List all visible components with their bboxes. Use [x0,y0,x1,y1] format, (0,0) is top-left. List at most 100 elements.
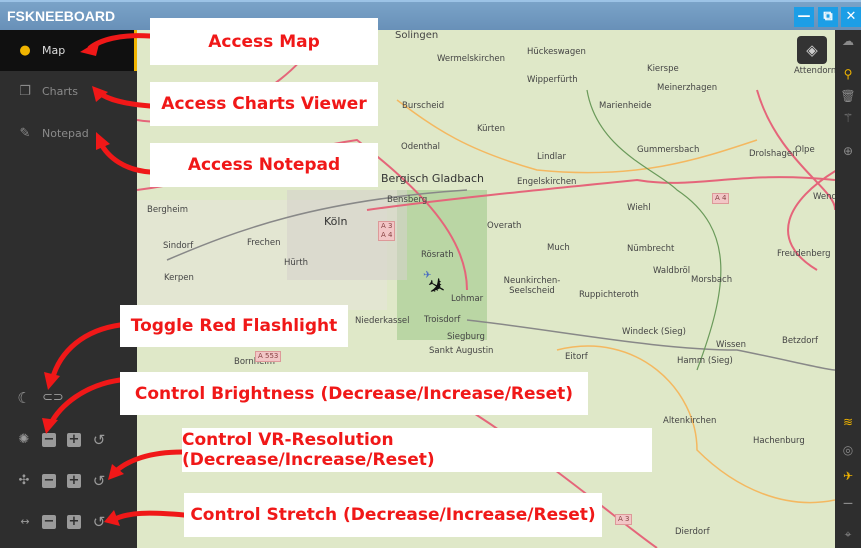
road-shield: A 3 A 4 [378,221,396,241]
callout-access-map: Access Map [150,18,378,65]
map-label: Wermelskirchen [437,54,506,64]
vr-resolution-reset-button[interactable]: ↺ [92,474,106,489]
sidebar-item-charts[interactable]: ❐ Charts [0,71,137,112]
map-label: Overath [487,221,522,231]
callout-brightness: Control Brightness (Decrease/Increase/Re… [120,372,588,415]
stretch-increase-button[interactable]: + [67,515,81,529]
edit-icon: ✎ [19,126,31,141]
road-shield: A 3 [615,514,633,525]
map-label: Lindlar [537,152,566,162]
plane-icon[interactable]: ✈ [840,468,856,484]
flashlight-toggle[interactable]: ⊂⊃ [42,391,64,405]
callout-flashlight: Toggle Red Flashlight [120,305,348,347]
copy-icon: ❐ [19,84,31,99]
stretch-decrease-button[interactable]: − [42,515,56,529]
sidebar: ● Map ❐ Charts ✎ Notepad ☾ ⊂⊃ ✺ − + ↺ ✣ − +… [0,30,137,548]
callout-access-charts: Access Charts Viewer [150,82,378,126]
map-label: Hückeswagen [527,47,586,57]
map-label: Köln [324,215,348,228]
vr-resolution-increase-button[interactable]: + [67,474,81,488]
sidebar-item-notepad[interactable]: ✎ Notepad [0,113,137,154]
map-label: Siegburg [447,332,485,342]
magic-wand-icon[interactable]: ⚚ [840,110,856,126]
map-label: Dierdorf [675,527,710,537]
map-label: Hamm (Sieg) [677,356,733,366]
eye-slash-icon[interactable]: ◎ [840,442,856,458]
map-marker-icon[interactable]: ⚲ [840,66,856,82]
helicopter-icon[interactable]: ⚊ [840,492,856,508]
map-label: Much [547,243,570,253]
map-label: Frechen [247,238,281,248]
map-label: Kürten [477,124,505,134]
sidebar-item-label: Notepad [42,127,89,140]
map-label: Solingen [395,30,439,41]
map-label: Burscheid [402,101,445,111]
map-label: Drolshagen [749,149,798,159]
wind-icon[interactable]: ≋ [840,414,856,430]
map-label: Waldbröl [653,266,691,276]
layers-icon: ◈ [806,41,818,59]
map-label: Troisdorf [424,315,461,325]
popout-button[interactable]: ⧉ [818,7,838,27]
sidebar-item-map[interactable]: ● Map [0,30,137,71]
map-label: Bergisch Gladbach [381,172,484,185]
map-label: Altenkirchen [663,416,717,426]
map-label: Odenthal [401,142,440,152]
map-label: Lohmar [451,294,484,304]
map-label: Wenden [813,192,835,202]
sidebar-item-label: Charts [42,85,78,98]
map-label: Engelskirchen [517,177,577,187]
stretch-reset-button[interactable]: ↺ [92,515,106,530]
sidebar-item-label: Map [42,44,66,57]
map-label: Neunkirchen-Seelscheid [503,276,561,296]
brightness-decrease-button[interactable]: − [42,433,56,447]
map-label: Meinerzhagen [657,83,718,93]
expand-icon: ✣ [18,473,30,488]
map-label: Niederkassel [355,316,410,326]
minimize-button[interactable]: — [794,7,814,27]
moon-icon[interactable]: ☾ [17,391,31,406]
sun-icon: ✺ [18,432,30,447]
map-label: Morsbach [691,275,733,285]
map-label: Hachenburg [753,436,805,446]
road-shield: A 4 [712,193,730,204]
map-label: Kerpen [164,273,194,283]
cloud-download-icon[interactable]: ☁ [840,33,856,49]
map-label: Rösrath [421,250,454,260]
map-toolbar: ☁ ⚲ 🗑 ⚚ ⊕ ≋ ◎ ✈ ⚊ ⌖ [835,30,861,548]
callout-stretch: Control Stretch (Decrease/Increase/Reset… [184,493,602,537]
map-label: Olpe [795,145,815,155]
layers-button[interactable]: ◈ [797,36,827,64]
crosshair-icon[interactable]: ⌖ [840,526,856,542]
map-label: Bergheim [147,205,189,215]
globe-icon: ● [19,43,31,58]
map-label: Betzdorf [782,336,818,346]
close-button[interactable]: ✕ [841,7,861,27]
map-label: Freudenberg [777,249,831,259]
map-label: Bensberg [387,195,428,205]
map-label: Ruppichteroth [579,290,639,300]
map-label: Sindorf [163,241,194,251]
callout-access-notepad: Access Notepad [150,143,378,187]
map-label: Wipperfürth [527,75,578,85]
map-label: Kierspe [647,64,679,74]
map-label: Wiehl [627,203,651,213]
map-label: Windeck (Sieg) [622,327,686,337]
map-label: Wissen [716,340,747,350]
brightness-reset-button[interactable]: ↺ [92,433,106,448]
map-label: Sankt Augustin [429,346,494,356]
map-label: Attendorn [794,66,835,76]
map-label: Nümbrecht [627,244,675,254]
callout-vr-resolution: Control VR-Resolution (Decrease/Increase… [182,428,652,472]
app-title: FSKNEEBOARD [7,8,116,24]
road-shield: A 553 [255,351,282,362]
map-label: Gummersbach [637,145,700,155]
map-label: Marienheide [599,101,652,111]
vr-resolution-decrease-button[interactable]: − [42,474,56,488]
brightness-increase-button[interactable]: + [67,433,81,447]
map-label: Hürth [284,258,308,268]
zoom-icon[interactable]: ⊕ [840,143,856,159]
trash-icon[interactable]: 🗑 [840,88,856,104]
arrows-horizontal-icon: ↔ [20,515,30,528]
title-bar: FSKNEEBOARD — ⧉ ✕ [0,0,861,30]
